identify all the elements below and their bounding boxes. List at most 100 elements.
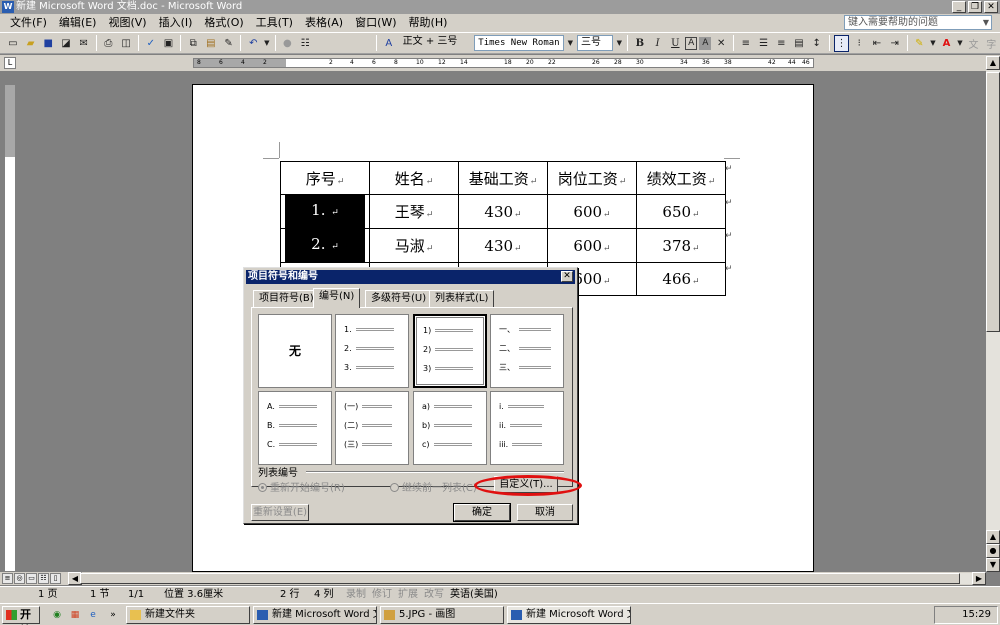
char-scale-icon[interactable]: ✕ xyxy=(713,35,729,52)
task-word-1[interactable]: 新建 Microsoft Word 文... xyxy=(253,606,377,624)
close-window-button[interactable]: ✕ xyxy=(984,1,998,13)
dialog-title-bar[interactable]: 项目符号和编号 ✕ xyxy=(246,270,575,284)
align-right-icon[interactable]: ≡ xyxy=(773,35,789,52)
tab-bullets[interactable]: 项目符号(B) xyxy=(253,290,320,307)
menu-tools[interactable]: 工具(T) xyxy=(250,14,299,32)
align-center-icon[interactable]: ☰ xyxy=(756,35,772,52)
numbering-option-none[interactable]: 无 xyxy=(258,314,332,388)
numbering-option-arabic-paren[interactable]: 1) 2) 3) xyxy=(413,314,487,388)
font-size-combo[interactable]: 三号 xyxy=(576,35,613,51)
distributed-icon[interactable]: ▤ xyxy=(791,35,807,52)
menu-edit[interactable]: 编辑(E) xyxy=(53,14,103,32)
copy-icon[interactable]: ⧉ xyxy=(185,35,201,52)
new-document-icon[interactable]: ▭ xyxy=(5,35,21,52)
reading-view-icon[interactable]: ▯ xyxy=(50,573,61,584)
numbering-option-chinese[interactable]: 一、 二、 三、 xyxy=(490,314,564,388)
char-border-icon[interactable]: A xyxy=(685,36,698,50)
style-combo[interactable]: 正文 + 三号 xyxy=(400,35,471,51)
menu-window[interactable]: 窗口(W) xyxy=(349,14,402,32)
continue-list-radio[interactable]: 继续前一列表(C) xyxy=(390,479,477,494)
word-app-icon[interactable]: W xyxy=(2,1,14,13)
chevron-down-icon[interactable]: ▼ xyxy=(983,16,989,29)
quicklaunch-icon[interactable]: ▦ xyxy=(68,608,82,622)
tab-selector[interactable]: L xyxy=(4,57,16,69)
paste-icon[interactable]: ▤ xyxy=(203,35,219,52)
bold-button[interactable]: B xyxy=(632,35,648,52)
tab-numbering[interactable]: 编号(N) xyxy=(313,288,361,308)
menu-table[interactable]: 表格(A) xyxy=(299,14,349,32)
menu-help[interactable]: 帮助(H) xyxy=(403,14,454,32)
web-view-icon[interactable]: ◎ xyxy=(14,573,25,584)
undo-icon[interactable]: ↶ xyxy=(245,35,261,52)
horizontal-ruler[interactable]: 8 6 4 2 2 4 6 8 10 12 14 18 20 22 26 28 … xyxy=(193,58,814,68)
numbering-icon[interactable]: ⋮ xyxy=(833,34,850,52)
menu-format[interactable]: 格式(O) xyxy=(198,14,249,32)
seq-cell[interactable]: 2. ↵ xyxy=(280,228,370,263)
scroll-up-icon[interactable]: ▲ xyxy=(986,530,1000,544)
chevron-down-icon[interactable]: ▼ xyxy=(567,35,574,52)
status-ovr[interactable]: 改写 xyxy=(424,587,444,602)
close-icon[interactable]: ✕ xyxy=(561,271,573,282)
menu-insert[interactable]: 插入(I) xyxy=(153,14,199,32)
task-paint[interactable]: 5.JPG - 画图 xyxy=(380,606,504,624)
header-cell-seq[interactable]: 序号↵ xyxy=(280,161,370,195)
highlight-icon[interactable]: ✎ xyxy=(912,35,928,52)
numbering-option-arabic-dot[interactable]: 1. 2. 3. xyxy=(335,314,409,388)
name-cell[interactable]: 王琴↵ xyxy=(369,194,459,229)
underline-button[interactable]: U xyxy=(667,35,683,52)
scroll-down-icon[interactable]: ▼ xyxy=(986,558,1000,572)
ie-icon[interactable]: e xyxy=(86,608,100,622)
restore-button[interactable]: ❐ xyxy=(968,1,982,13)
post-cell[interactable]: 600↵ xyxy=(547,194,637,229)
header-cell-name[interactable]: 姓名↵ xyxy=(369,161,459,195)
cancel-button[interactable]: 取消 xyxy=(517,504,573,521)
scroll-thumb[interactable] xyxy=(80,573,960,584)
task-folder[interactable]: 新建文件夹 xyxy=(126,606,250,624)
header-cell-base[interactable]: 基础工资↵ xyxy=(458,161,548,195)
start-button[interactable]: 开始 xyxy=(2,606,40,625)
print-icon[interactable]: ⎙ xyxy=(101,35,117,52)
help-search-input[interactable]: 键入需要帮助的问题 ▼ xyxy=(844,15,992,30)
perf-cell[interactable]: 378↵ xyxy=(636,228,726,263)
reset-button[interactable]: 重新设置(E) xyxy=(251,504,309,521)
line-spacing-icon[interactable]: ↕ xyxy=(809,35,825,52)
save-icon[interactable]: ■ xyxy=(40,35,56,52)
horizontal-scrollbar[interactable]: ≡ ◎ ▭ ☷ ▯ ◀ ▶ xyxy=(0,572,986,585)
browse-object-icon[interactable]: ● xyxy=(986,544,1000,558)
quicklaunch-icon[interactable]: ◉ xyxy=(50,608,64,622)
char-shading-icon[interactable]: A xyxy=(699,36,712,50)
chevron-down-icon[interactable]: ▼ xyxy=(956,35,963,52)
numbering-option-roman[interactable]: i. ii. iii. xyxy=(490,391,564,465)
outline-view-icon[interactable]: ☷ xyxy=(38,573,49,584)
perf-cell[interactable]: 650↵ xyxy=(636,194,726,229)
chevron-right-icon[interactable]: » xyxy=(106,608,120,622)
print-view-icon[interactable]: ▭ xyxy=(26,573,37,584)
spelling-icon[interactable]: ✓ xyxy=(143,35,159,52)
header-cell-perf[interactable]: 绩效工资↵ xyxy=(636,161,726,195)
perf-cell[interactable]: 466↵ xyxy=(636,262,726,296)
font-color-icon[interactable]: A xyxy=(939,35,955,52)
base-cell[interactable]: 430↵ xyxy=(458,194,548,229)
reading-mode-icon[interactable]: ☷ xyxy=(297,35,313,52)
ink-icon[interactable]: ● xyxy=(280,35,296,52)
post-cell[interactable]: 600↵ xyxy=(547,228,637,263)
chevron-down-icon[interactable]: ▼ xyxy=(616,35,623,52)
seq-cell[interactable]: 1. ↵ xyxy=(280,194,370,229)
menu-view[interactable]: 视图(V) xyxy=(102,14,152,32)
menu-file[interactable]: 文件(F) xyxy=(4,14,53,32)
increase-indent-icon[interactable]: ⇥ xyxy=(887,35,903,52)
font-combo[interactable]: Times New Roman xyxy=(474,35,564,51)
bullets-icon[interactable]: ⁝ xyxy=(851,35,867,52)
chevron-down-icon[interactable]: ▼ xyxy=(263,35,270,52)
format-painter-icon[interactable]: ✎ xyxy=(221,35,237,52)
numbering-option-lower-alpha[interactable]: a) b) c) xyxy=(413,391,487,465)
decrease-indent-icon[interactable]: ⇤ xyxy=(869,35,885,52)
name-cell[interactable]: 马淑↵ xyxy=(369,228,459,263)
status-rec[interactable]: 录制 xyxy=(346,587,366,602)
status-ext[interactable]: 扩展 xyxy=(398,587,418,602)
ok-button[interactable]: 确定 xyxy=(453,503,511,522)
header-cell-post[interactable]: 岗位工资↵ xyxy=(547,161,637,195)
normal-view-icon[interactable]: ≡ xyxy=(2,573,13,584)
enclose-char-icon[interactable]: 字 xyxy=(983,35,999,52)
research-icon[interactable]: ▣ xyxy=(161,35,177,52)
